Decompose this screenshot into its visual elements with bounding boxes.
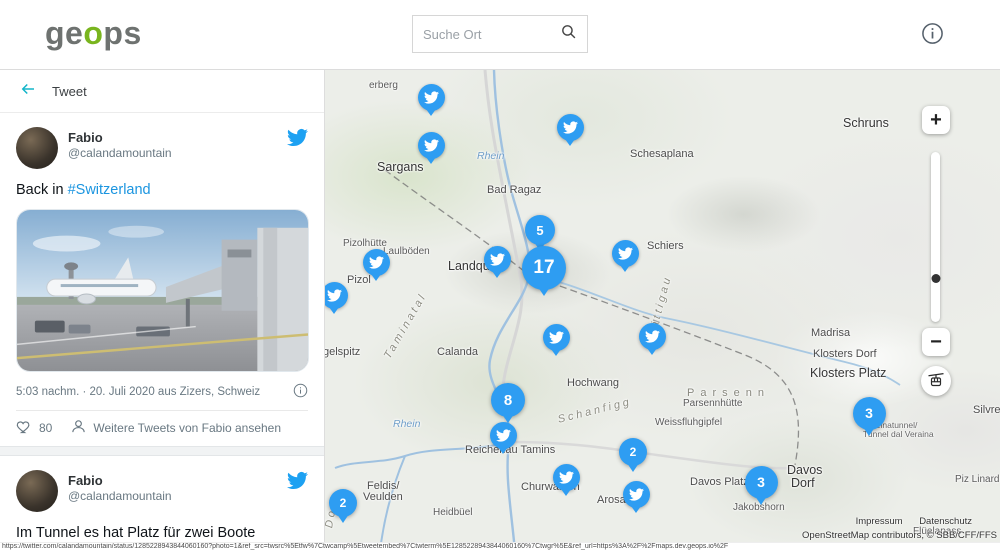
- tweet-cluster-marker[interactable]: 3: [853, 397, 886, 430]
- cluster-count: 17: [533, 257, 554, 279]
- twitter-icon: [327, 288, 342, 303]
- impressum-link[interactable]: Impressum: [856, 516, 903, 527]
- airport-photo-illustration: [17, 210, 308, 371]
- like-icon[interactable]: [16, 418, 33, 438]
- tweet-handle[interactable]: @calandamountain: [68, 146, 287, 160]
- status-url: https://twitter.com/calandamountain/stat…: [0, 542, 1000, 551]
- tweet-card: Fabio @calandamountain Im Tunnel es hat …: [0, 456, 324, 551]
- tweet-author[interactable]: Fabio: [68, 130, 287, 145]
- tweet-timestamp: 5:03 nachm. · 20. Juli 2020 aus Zizers, …: [16, 386, 260, 398]
- info-icon[interactable]: [293, 383, 308, 401]
- tweet-marker[interactable]: [557, 114, 584, 141]
- tweet-marker[interactable]: [418, 132, 445, 159]
- avatar[interactable]: [16, 470, 58, 512]
- tweet-author[interactable]: Fabio: [68, 473, 287, 488]
- search-icon[interactable]: [560, 23, 577, 45]
- tweet-cluster-marker[interactable]: 5: [525, 215, 555, 245]
- tweet-text: Back in: [16, 182, 64, 198]
- twitter-icon: [645, 329, 660, 344]
- logo-o: o: [83, 15, 103, 51]
- tweet-cluster-marker[interactable]: 2: [329, 489, 357, 517]
- person-icon[interactable]: [70, 418, 87, 438]
- twitter-icon: [424, 90, 439, 105]
- divider: [16, 410, 308, 411]
- card-separator: [0, 446, 324, 456]
- zoom-in-button[interactable]: +: [922, 106, 950, 134]
- cluster-count: 3: [865, 405, 873, 421]
- tweet-cluster-marker[interactable]: 8: [491, 383, 525, 417]
- map-copyright: OpenStreetMap contributors, © SBB/CFF/FF…: [802, 530, 997, 541]
- tweet-marker[interactable]: [543, 324, 570, 351]
- cluster-count: 2: [630, 445, 637, 459]
- tweet-photo[interactable]: [16, 209, 309, 372]
- twitter-icon: [369, 255, 384, 270]
- tweet-cluster-marker[interactable]: 2: [619, 438, 647, 466]
- map-attribution-links: Impressum Datenschutz: [842, 516, 972, 527]
- geops-logo[interactable]: geops: [45, 15, 142, 52]
- twitter-icon: [559, 470, 574, 485]
- tweet-marker[interactable]: [553, 464, 580, 491]
- twitter-icon: [563, 120, 578, 135]
- info-button[interactable]: [919, 21, 946, 48]
- sidebar-header: Tweet: [0, 70, 324, 113]
- tweet-marker[interactable]: [363, 249, 390, 276]
- search-input[interactable]: [423, 27, 560, 42]
- twitter-icon: [629, 487, 644, 502]
- twitter-icon: [549, 330, 564, 345]
- more-tweets-link[interactable]: Weitere Tweets von Fabio ansehen: [93, 421, 281, 435]
- map[interactable]: erbergSchrunsSargansRheinBad RagazSchesa…: [325, 70, 1000, 551]
- tweet-marker[interactable]: [612, 240, 639, 267]
- hashtag-link[interactable]: #Switzerland: [68, 182, 151, 198]
- logo-text: ge: [45, 15, 83, 51]
- tweet-card: Fabio @calandamountain Back in #Switzerl…: [0, 113, 324, 446]
- cluster-count: 5: [536, 223, 543, 238]
- cluster-count: 2: [340, 496, 347, 510]
- tweet-marker[interactable]: [623, 481, 650, 508]
- twitter-icon[interactable]: [287, 127, 308, 153]
- zoom-slider[interactable]: [931, 152, 940, 322]
- like-count: 80: [39, 421, 52, 435]
- panel-title: Tweet: [52, 84, 87, 99]
- search-box: [412, 15, 588, 53]
- datenschutz-link[interactable]: Datenschutz: [919, 516, 972, 527]
- zoom-slider-handle[interactable]: [931, 274, 940, 283]
- avatar[interactable]: [16, 127, 58, 169]
- cluster-count: 3: [757, 474, 765, 490]
- map-markers-layer: 5 8 2 3 3 2 17: [325, 70, 1000, 551]
- tweet-marker[interactable]: [639, 323, 666, 350]
- twitter-icon: [490, 252, 505, 267]
- zoom-out-button[interactable]: −: [922, 328, 950, 356]
- cluster-count: 8: [504, 392, 512, 409]
- tweet-marker[interactable]: [325, 282, 348, 309]
- twitter-icon[interactable]: [287, 470, 308, 496]
- app-header: geops: [0, 0, 1000, 70]
- back-arrow-icon[interactable]: [19, 80, 37, 103]
- tweet-marker[interactable]: [490, 422, 517, 449]
- twitter-icon: [618, 246, 633, 261]
- tweet-handle[interactable]: @calandamountain: [68, 489, 287, 503]
- cable-car-button[interactable]: [921, 366, 951, 396]
- logo-text2: ps: [103, 15, 141, 51]
- tweet-marker[interactable]: [418, 84, 445, 111]
- app-window: geops Tweet Fabio @calandamountai: [0, 0, 1000, 551]
- tweet-marker[interactable]: [484, 246, 511, 273]
- tweet-text: Im Tunnel es hat Platz für zwei Boote: [16, 525, 255, 541]
- tweet-cluster-marker[interactable]: 3: [745, 466, 778, 499]
- twitter-icon: [424, 138, 439, 153]
- twitter-icon: [496, 428, 511, 443]
- tweet-sidebar: Tweet Fabio @calandamountain Back in #Sw…: [0, 70, 325, 551]
- tweet-cluster-marker[interactable]: 17: [522, 246, 566, 290]
